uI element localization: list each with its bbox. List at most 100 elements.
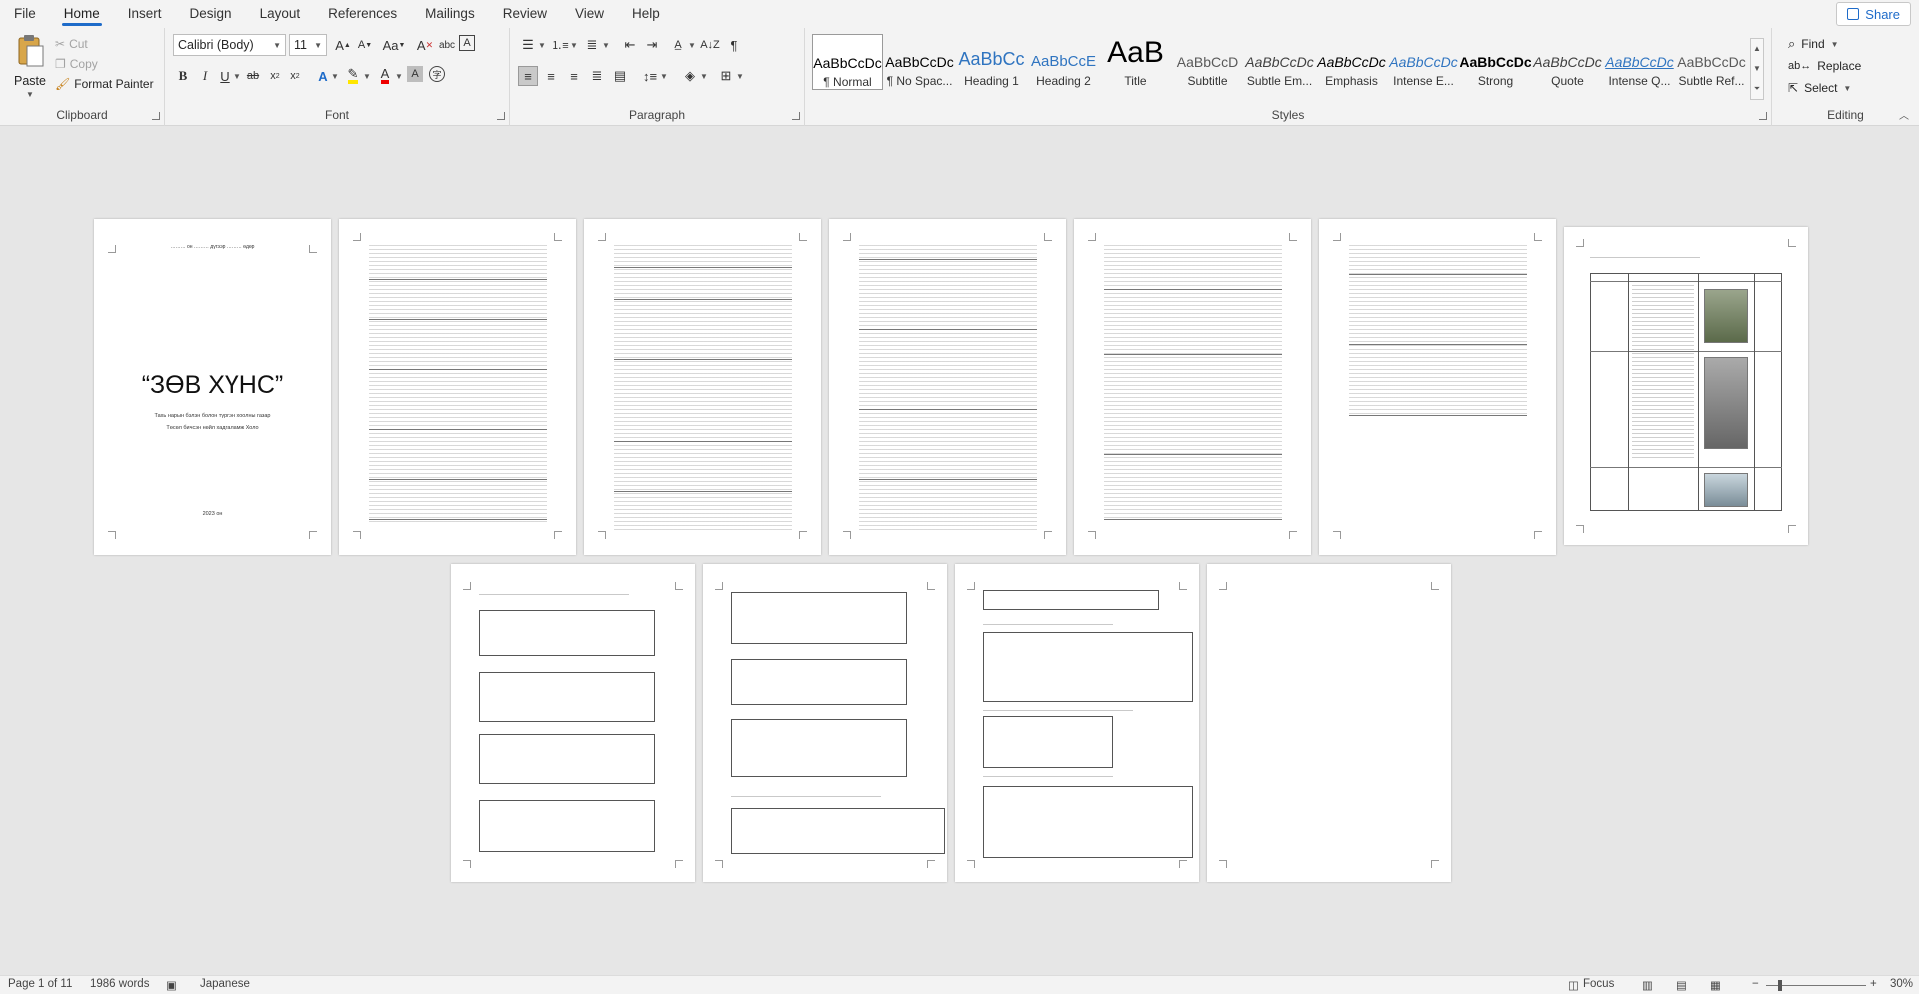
- cut-button[interactable]: ✂ Cut: [55, 34, 88, 54]
- styles-launcher-icon[interactable]: [1759, 112, 1767, 120]
- page-count[interactable]: Page 1 of 11: [8, 978, 72, 990]
- shrink-font-icon[interactable]: A ▼: [355, 35, 375, 55]
- style-subtitle[interactable]: AaBbCcD Subtitle: [1172, 34, 1243, 90]
- word-count[interactable]: 1986 words: [90, 978, 149, 990]
- justify-icon[interactable]: ≣: [587, 66, 607, 86]
- format-painter-button[interactable]: 🖌 Format Painter: [55, 74, 154, 94]
- chevron-down-icon[interactable]: ▼: [233, 66, 241, 86]
- font-family-select[interactable]: Calibri (Body) ▼: [173, 34, 286, 56]
- chevron-down-icon[interactable]: ▼: [736, 66, 744, 86]
- page-thumbnail[interactable]: [1207, 564, 1451, 882]
- copy-button[interactable]: ❐ Copy: [55, 54, 98, 74]
- print-layout-icon[interactable]: ▤: [1676, 978, 1687, 992]
- zoom-level[interactable]: 30%: [1890, 978, 1913, 990]
- chevron-up-icon[interactable]: ▲: [1751, 39, 1763, 59]
- chevron-down-icon[interactable]: ▼: [660, 66, 668, 86]
- document-area[interactable]: ……… он ……… дүгээр ……… өдөр “ЗӨВ ХҮНС” Та…: [0, 127, 1919, 975]
- tab-file[interactable]: File: [0, 0, 50, 28]
- grow-font-icon[interactable]: A ▲: [333, 35, 353, 55]
- collapse-ribbon-icon[interactable]: ︿: [1899, 107, 1909, 122]
- tab-home[interactable]: Home: [50, 0, 114, 28]
- bold-icon[interactable]: B: [173, 66, 193, 86]
- read-mode-icon[interactable]: ▥: [1642, 978, 1653, 992]
- chevron-down-icon[interactable]: ▼: [538, 35, 546, 55]
- character-border-icon[interactable]: A: [459, 35, 475, 51]
- borders-icon[interactable]: ⊞: [716, 66, 736, 86]
- line-spacing-icon[interactable]: ↕≡: [640, 66, 660, 86]
- paragraph-launcher-icon[interactable]: [792, 112, 800, 120]
- page-thumbnail[interactable]: [451, 564, 695, 882]
- share-button[interactable]: Share: [1836, 2, 1911, 26]
- tab-design[interactable]: Design: [176, 0, 246, 28]
- page-thumbnail[interactable]: [955, 564, 1199, 882]
- page-thumbnail[interactable]: [1564, 227, 1808, 545]
- chevron-down-icon[interactable]: ▼: [1751, 59, 1763, 79]
- tab-references[interactable]: References: [314, 0, 411, 28]
- enclose-characters-icon[interactable]: 字: [429, 66, 445, 82]
- align-center-icon[interactable]: ≡: [541, 66, 561, 86]
- text-effects-icon[interactable]: A: [313, 66, 333, 86]
- chevron-down-icon[interactable]: ▼: [331, 66, 339, 86]
- clear-formatting-icon[interactable]: A ✕: [415, 35, 435, 55]
- replace-button[interactable]: ab↔ Replace: [1788, 56, 1861, 76]
- zoom-out-icon[interactable]: −: [1752, 978, 1759, 990]
- page-thumbnail[interactable]: [1074, 219, 1311, 555]
- style-normal[interactable]: AaBbCcDc ¶ Normal: [812, 34, 883, 90]
- web-layout-icon[interactable]: ▦: [1710, 978, 1721, 992]
- zoom-slider-thumb[interactable]: [1778, 980, 1782, 991]
- tab-layout[interactable]: Layout: [246, 0, 315, 28]
- page-thumbnail[interactable]: ……… он ……… дүгээр ……… өдөр “ЗӨВ ХҮНС” Та…: [94, 219, 331, 555]
- style-intense-emphasis[interactable]: AaBbCcDc Intense E...: [1388, 34, 1459, 90]
- clipboard-launcher-icon[interactable]: [152, 112, 160, 120]
- numbering-icon[interactable]: ⒈≡: [550, 35, 570, 55]
- style-emphasis[interactable]: AaBbCcDc Emphasis: [1316, 34, 1387, 90]
- asian-layout-icon[interactable]: A̲: [668, 35, 688, 55]
- find-button[interactable]: ⌕ Find ▼: [1788, 34, 1839, 54]
- focus-icon[interactable]: ◫: [1568, 978, 1579, 992]
- italic-icon[interactable]: I: [195, 66, 215, 86]
- chevron-down-icon[interactable]: ▼: [602, 35, 610, 55]
- align-left-icon[interactable]: ≡: [518, 66, 538, 86]
- proofing-icon[interactable]: ▣: [166, 978, 177, 992]
- page-thumbnail[interactable]: [339, 219, 576, 555]
- underline-icon[interactable]: U: [215, 66, 235, 86]
- phonetic-guide-icon[interactable]: abc: [437, 35, 457, 55]
- superscript-icon[interactable]: x2: [285, 66, 305, 86]
- tab-mailings[interactable]: Mailings: [411, 0, 489, 28]
- style-intense-quote[interactable]: AaBbCcDc Intense Q...: [1604, 34, 1675, 90]
- chevron-down-icon[interactable]: ▼: [570, 35, 578, 55]
- chevron-down-icon[interactable]: ▼: [363, 66, 371, 86]
- focus-button[interactable]: Focus: [1583, 978, 1614, 990]
- style-subtle-emphasis[interactable]: AaBbCcDc Subtle Em...: [1244, 34, 1315, 90]
- zoom-slider[interactable]: [1766, 980, 1866, 991]
- page-thumbnail[interactable]: [1319, 219, 1556, 555]
- paste-button[interactable]: Paste ▼: [10, 34, 50, 99]
- chevron-down-icon[interactable]: ▼: [395, 66, 403, 86]
- chevron-down-icon[interactable]: ▼: [700, 66, 708, 86]
- style-heading-2[interactable]: AaBbCcE Heading 2: [1028, 34, 1099, 90]
- style-heading-1[interactable]: AaBbCc Heading 1: [956, 34, 1027, 90]
- more-styles-icon[interactable]: ⏷: [1751, 79, 1763, 99]
- tab-insert[interactable]: Insert: [114, 0, 176, 28]
- style-quote[interactable]: AaBbCcDc Quote: [1532, 34, 1603, 90]
- font-launcher-icon[interactable]: [497, 112, 505, 120]
- shading-icon[interactable]: ◈: [680, 66, 700, 86]
- page-thumbnail[interactable]: [584, 219, 821, 555]
- chevron-down-icon[interactable]: ▼: [688, 35, 696, 55]
- pilcrow-icon[interactable]: ¶: [724, 35, 744, 55]
- style-no-spacing[interactable]: AaBbCcDc ¶ No Spac...: [884, 34, 955, 90]
- font-size-select[interactable]: 11 ▼: [289, 34, 327, 56]
- multilevel-list-icon[interactable]: ≣: [582, 35, 602, 55]
- tab-help[interactable]: Help: [618, 0, 674, 28]
- tab-review[interactable]: Review: [489, 0, 561, 28]
- change-case-icon[interactable]: Aa ▼: [381, 35, 407, 55]
- increase-indent-icon[interactable]: ⇥: [642, 35, 662, 55]
- strikethrough-icon[interactable]: ab: [243, 66, 263, 86]
- language-indicator[interactable]: Japanese: [200, 978, 250, 990]
- decrease-indent-icon[interactable]: ⇤: [620, 35, 640, 55]
- character-shading-icon[interactable]: A: [407, 66, 423, 82]
- highlight-icon[interactable]: ✎: [343, 66, 363, 86]
- subscript-icon[interactable]: x2: [265, 66, 285, 86]
- style-title[interactable]: AaB Title: [1100, 34, 1171, 90]
- zoom-in-icon[interactable]: +: [1870, 978, 1877, 990]
